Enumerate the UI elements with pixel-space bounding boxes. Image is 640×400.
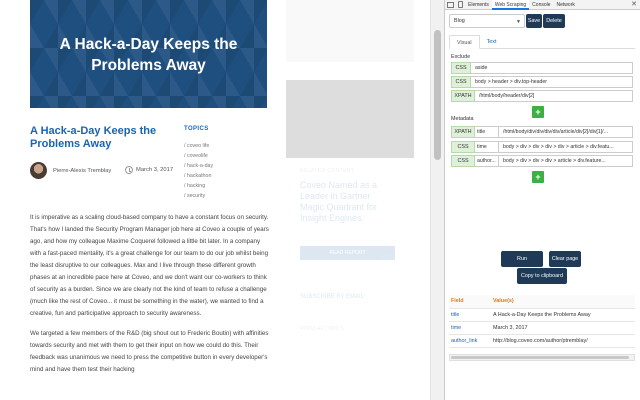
post-date: March 3, 2017 (136, 167, 174, 173)
article-paragraph: It is imperative as a scaling cloud-base… (30, 214, 269, 317)
tab-web-scraping[interactable]: Web Scraping (491, 0, 530, 10)
metadata-label: Metadata (451, 116, 474, 122)
selector-path-input[interactable]: /html/body/header/div[2] (475, 90, 633, 102)
article-body: It is imperative as a scaling cloud-base… (30, 212, 270, 384)
hero-title: A Hack-a-Day Keeps the Problems Away (59, 36, 238, 74)
column-header-values: Value(s) (491, 295, 635, 309)
topic-link[interactable]: / security (184, 191, 213, 201)
result-field: title (449, 308, 491, 322)
field-name-input[interactable]: time (475, 141, 499, 153)
tab-console[interactable]: Console (529, 0, 553, 10)
tab-visual[interactable]: Visual (449, 35, 480, 49)
article-title[interactable]: A Hack-a-Day Keeps the Problems Away (30, 125, 180, 151)
close-icon[interactable]: ✕ (631, 0, 637, 10)
results-header-row: Field Value(s) (449, 295, 635, 309)
field-name-input[interactable]: author... (475, 155, 499, 167)
topics-heading: TOPICS (184, 126, 209, 132)
sitemap-select[interactable]: Blog ▼ (449, 14, 525, 28)
metadata-row: CSS time body > div > div > div > div > … (451, 141, 633, 153)
results-scrollbar-thumb[interactable] (451, 356, 629, 359)
selector-type[interactable]: CSS (451, 141, 475, 153)
tab-elements[interactable]: Elements (465, 0, 492, 10)
topic-link[interactable]: / hacking (184, 181, 213, 191)
metadata-row: CSS author... body > div > div > div > a… (451, 155, 633, 167)
exclude-row: CSS aside (451, 62, 633, 74)
sidebar-top-block (286, 0, 414, 62)
selector-type[interactable]: XPATH (451, 126, 475, 138)
sitemap-select-value: Blog (454, 18, 465, 24)
related-content-heading: RELATED CONTENT (300, 168, 355, 174)
selector-path-input[interactable]: /html/body/div/div/div/div/article/div[2… (499, 126, 633, 138)
selector-type[interactable]: CSS (451, 62, 471, 74)
popular-topics-heading: POPULAR TOPICS (300, 326, 344, 332)
page-sidebar: RELATED CONTENT Coveo Named as a Leader … (286, 0, 414, 400)
field-name-input[interactable]: title (475, 126, 499, 138)
author-avatar (30, 162, 47, 179)
topic-link[interactable]: / hack-a-day (184, 161, 213, 171)
result-field: author_link (449, 334, 491, 348)
add-exclude-button[interactable]: + (532, 106, 544, 118)
table-row: time March 3, 2017 (449, 321, 635, 335)
devtools-panel: Elements Web Scraping Console Network ✕ … (444, 0, 640, 400)
result-field: time (449, 321, 491, 335)
topic-link[interactable]: / hackathon (184, 171, 213, 181)
results-scrollbar[interactable] (449, 354, 635, 361)
selector-path-input[interactable]: body > div > div > div > div > article >… (499, 141, 633, 153)
page-scrollbar[interactable] (430, 0, 444, 400)
delete-button[interactable]: Delete (543, 14, 565, 28)
topic-link[interactable]: / coveolife (184, 151, 213, 161)
results-table: Field Value(s) title A Hack-a-Day Keeps … (449, 295, 635, 348)
sidebar-promo-image (286, 80, 414, 158)
inspect-icon[interactable] (447, 1, 454, 8)
clear-page-button[interactable]: Clear page (549, 251, 581, 267)
add-metadata-button[interactable]: + (532, 171, 544, 183)
exclude-row: CSS body > header > div.top-header (451, 76, 633, 88)
column-header-field: Field (449, 295, 491, 309)
chevron-down-icon: ▼ (516, 19, 521, 25)
selector-path-input[interactable]: aside (471, 62, 633, 74)
copy-to-clipboard-button[interactable]: Copy to clipboard (517, 268, 567, 284)
hero-banner: A Hack-a-Day Keeps the Problems Away (30, 0, 267, 108)
result-value: http://blog.coveo.com/author/ptremblay/ (491, 334, 635, 348)
selector-type[interactable]: CSS (451, 76, 471, 88)
exclude-label: Exclude (451, 54, 471, 60)
save-button[interactable]: Save (526, 14, 542, 28)
subscribe-link[interactable]: SUBSCRIBE BY EMAIL (300, 294, 364, 300)
promo-title[interactable]: Coveo Named as a Leader in Gartner Magic… (300, 180, 395, 224)
page-scrollbar-thumb[interactable] (434, 30, 441, 160)
topics-list: / coveo life / coveolife / hack-a-day / … (184, 141, 213, 201)
author-name[interactable]: Pierre-Alexis Tremblay (53, 168, 111, 174)
result-value: March 3, 2017 (491, 321, 635, 335)
tab-text[interactable]: Text (480, 35, 504, 48)
tab-network[interactable]: Network (554, 0, 578, 10)
metadata-row: XPATH title /html/body/div/div/div/div/a… (451, 126, 633, 138)
selector-path-input[interactable]: body > div > div > div > article > div.f… (499, 155, 633, 167)
selector-type[interactable]: XPATH (451, 90, 475, 102)
clock-icon (125, 166, 133, 174)
web-page: A Hack-a-Day Keeps the Problems Away A H… (0, 0, 430, 400)
topic-link[interactable]: / coveo life (184, 141, 213, 151)
read-report-button[interactable]: READ REPORT (300, 246, 395, 260)
device-toggle-icon[interactable] (458, 1, 463, 8)
table-row: author_link http://blog.coveo.com/author… (449, 334, 635, 348)
mode-tabs: Visual Text (449, 35, 635, 49)
selector-type[interactable]: CSS (451, 155, 475, 167)
run-button[interactable]: Run (501, 251, 543, 267)
table-row: title A Hack-a-Day Keeps the Problems Aw… (449, 308, 635, 322)
result-value: A Hack-a-Day Keeps the Problems Away (491, 308, 635, 322)
devtools-tabbar: Elements Web Scraping Console Network ✕ (445, 0, 640, 10)
selector-path-input[interactable]: body > header > div.top-header (471, 76, 633, 88)
article-paragraph: We targeted a few members of the R&D (bi… (30, 330, 269, 373)
exclude-row: XPATH /html/body/header/div[2] (451, 90, 633, 102)
